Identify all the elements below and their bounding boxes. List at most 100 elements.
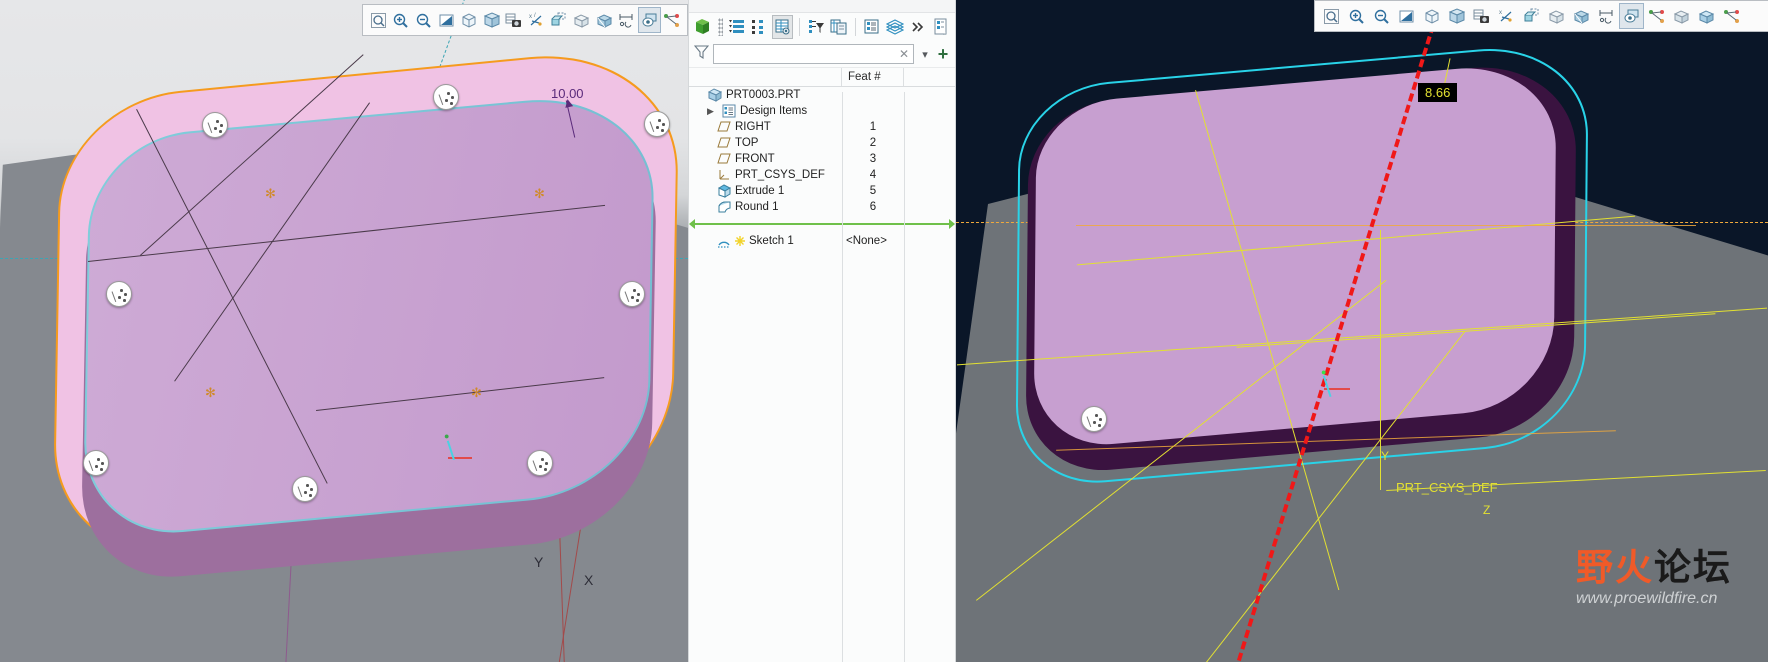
view-toolbar-right[interactable]: x (1314, 0, 1768, 32)
column-header-end[interactable] (904, 68, 955, 86)
insert-here-indicator[interactable] (689, 218, 955, 230)
spin-center-icon[interactable] (615, 7, 638, 33)
tree-row-label: Round 1 (735, 201, 779, 213)
saved-views-icon[interactable] (457, 7, 480, 33)
left-3d-viewport[interactable]: ✻ ✻ ✻ ✻ 10.00 ● Y X x / (0, 0, 688, 662)
tree-panel-tabs[interactable] (689, 0, 955, 13)
tree-row[interactable]: PRT_CSYS_DEF 4 (689, 167, 955, 183)
tree-row[interactable]: ▶ Design Items (689, 103, 955, 119)
display-style-icon[interactable] (1544, 3, 1569, 29)
tree-row[interactable]: TOP 2 (689, 135, 955, 151)
perspective-icon[interactable] (593, 7, 616, 33)
round-drag-handle[interactable] (644, 111, 670, 137)
zoom-in-icon[interactable] (1344, 3, 1369, 29)
tree-row[interactable]: Sketch 1 <None> (689, 232, 955, 250)
datum-plane-icon (716, 136, 731, 151)
column-header-feat[interactable]: Feat # (842, 68, 904, 86)
model-tree-icon[interactable] (693, 15, 714, 39)
chevron-down-icon[interactable]: ▾ (918, 45, 932, 63)
saved-views-icon[interactable] (1419, 3, 1444, 29)
appearance-icon[interactable] (1644, 3, 1669, 29)
reorient-icon[interactable] (435, 7, 458, 33)
tree-grid-icon[interactable] (750, 15, 771, 39)
extruded-rounded-solid[interactable]: ✻ ✻ ✻ ✻ (40, 42, 680, 586)
zoom-out-icon[interactable] (1369, 3, 1394, 29)
view-manager-icon[interactable] (480, 7, 503, 33)
settings-doc-icon[interactable] (930, 15, 951, 39)
tree-filter-icon[interactable] (806, 15, 827, 39)
layers-icon[interactable] (885, 15, 906, 39)
overflow-chevrons-icon[interactable] (908, 15, 929, 39)
color-edit-icon[interactable] (1669, 3, 1694, 29)
snapshot-icon[interactable] (1469, 3, 1494, 29)
chevron-right-icon[interactable]: ▶ (707, 106, 717, 116)
zoom-to-fit-icon[interactable] (367, 7, 390, 33)
round-drag-handle[interactable] (527, 450, 553, 476)
more-icon[interactable] (1719, 3, 1744, 29)
model-tree-panel[interactable]: ✕ ▾ + Feat # PRT0003.PRT ▶ Design Items … (688, 0, 956, 662)
round-drag-handle[interactable] (433, 84, 459, 110)
view-toolbar[interactable]: x / (362, 4, 688, 36)
zoom-out-icon[interactable] (412, 7, 435, 33)
model-tree-toolbar[interactable] (689, 13, 955, 41)
tree-row-label: PRT0003.PRT (726, 89, 801, 101)
toolbar-grip[interactable] (717, 18, 723, 36)
tree-column-divider-2[interactable] (904, 92, 905, 662)
datum-display-icon[interactable]: x / (525, 7, 548, 33)
view-manager-icon[interactable] (1444, 3, 1469, 29)
spin-center-icon[interactable] (1594, 3, 1619, 29)
tree-row-label: Sketch 1 (749, 235, 794, 247)
tree-row-feat: 2 (869, 137, 877, 149)
tree-column-header[interactable]: Feat # (689, 67, 955, 87)
insert-arrow-right (949, 219, 955, 229)
tree-filter-row[interactable]: ✕ ▾ + (689, 41, 955, 67)
round-drag-handle[interactable] (83, 450, 109, 476)
round-drag-handle[interactable] (106, 281, 132, 307)
round-drag-handle[interactable] (619, 281, 645, 307)
appearance-icon[interactable] (661, 7, 684, 33)
tree-row-label: FRONT (735, 153, 775, 165)
snapshot-icon[interactable] (502, 7, 525, 33)
round-dimension-value[interactable]: 8.66 (1418, 83, 1458, 102)
tree-filter-input[interactable]: ✕ (713, 44, 914, 64)
zoom-in-icon[interactable] (390, 7, 413, 33)
clear-icon[interactable]: ✕ (899, 47, 909, 61)
layers-visibility-icon[interactable] (1619, 3, 1644, 29)
tree-row-feat: <None> (846, 235, 887, 247)
add-filter-icon[interactable]: + (936, 45, 950, 63)
tree-row-label: Extrude 1 (735, 185, 785, 197)
round-drag-handle[interactable] (202, 112, 228, 138)
tree-row[interactable]: RIGHT 1 (689, 119, 955, 135)
tree-row[interactable]: PRT0003.PRT (689, 87, 955, 103)
round-drag-handle[interactable] (1081, 406, 1107, 432)
reference-outline-line (1076, 225, 1696, 226)
layers-visibility-icon[interactable] (637, 7, 661, 33)
toolbar-separator (855, 18, 857, 36)
column-header-name[interactable] (689, 68, 842, 86)
round-icon (716, 200, 731, 215)
annotation-display-icon[interactable] (1519, 3, 1544, 29)
datum-display-icon[interactable]: x (1494, 3, 1519, 29)
scene-icon[interactable] (1694, 3, 1719, 29)
solid-top-face-right[interactable] (1033, 60, 1557, 451)
insert-line (694, 223, 950, 225)
annotation-display-icon[interactable] (548, 7, 571, 33)
tree-copy-icon[interactable] (829, 15, 850, 39)
sketch-point-marker: ✻ (471, 385, 482, 400)
tree-row[interactable]: Extrude 1 5 (689, 183, 955, 199)
display-style-icon[interactable] (570, 7, 593, 33)
tree-row-label: Design Items (740, 105, 808, 117)
new-star-icon (735, 234, 745, 249)
tree-list-icon[interactable] (727, 15, 748, 39)
tree-row[interactable]: Round 1 6 (689, 199, 955, 215)
zoom-to-fit-icon[interactable] (1319, 3, 1344, 29)
perspective-icon[interactable] (1569, 3, 1594, 29)
detail-tree-icon[interactable] (862, 15, 883, 39)
round-drag-handle[interactable] (292, 476, 318, 502)
tree-column-divider-1[interactable] (842, 92, 843, 662)
tree-row[interactable]: FRONT 3 (689, 151, 955, 167)
reorient-icon[interactable] (1394, 3, 1419, 29)
tree-columns-icon[interactable] (772, 15, 793, 39)
tree-rows[interactable]: PRT0003.PRT ▶ Design Items RIGHT 1 TOP 2… (689, 87, 955, 250)
right-3d-viewport[interactable]: 8.66 ● Y Z PRT_CSYS_DEF x 野火论坛 www.proew… (956, 0, 1768, 662)
